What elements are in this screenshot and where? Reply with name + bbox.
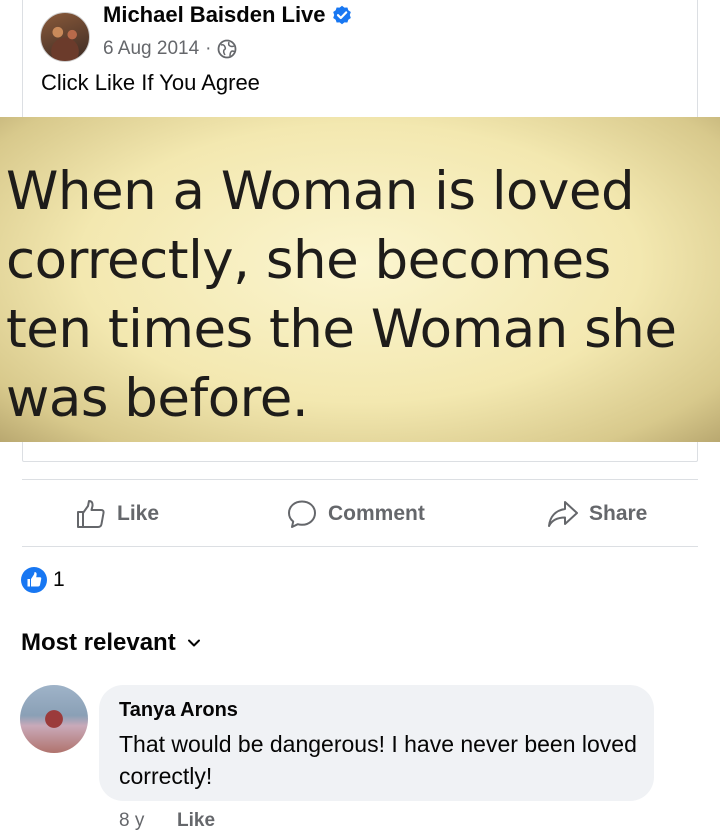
comment-sort-dropdown[interactable]: Most relevant xyxy=(21,629,202,657)
comment-time[interactable]: 8 y xyxy=(119,810,144,832)
share-button-label: Share xyxy=(589,502,648,525)
thumbs-up-icon xyxy=(77,500,105,528)
post-caption: Click Like If You Agree xyxy=(41,70,260,95)
share-button[interactable]: Share xyxy=(547,496,647,532)
image-quote-text: When a Woman is loved correctly, she bec… xyxy=(6,161,677,429)
like-button[interactable]: Like xyxy=(75,496,159,532)
reaction-count: 1 xyxy=(53,568,65,591)
meta-separator: · xyxy=(205,38,212,59)
like-reaction-icon xyxy=(21,567,47,593)
comment-avatar[interactable] xyxy=(20,685,88,753)
comment-button-label: Comment xyxy=(328,502,425,525)
reactions-summary[interactable]: 1 xyxy=(20,566,65,594)
comment-like-button[interactable]: Like xyxy=(177,810,215,832)
author-avatar[interactable] xyxy=(40,12,90,62)
actions-bottom-divider xyxy=(22,546,698,547)
globe-icon xyxy=(218,39,237,59)
sort-label: Most relevant xyxy=(21,629,176,656)
verified-badge-icon xyxy=(332,5,351,25)
actions-top-divider xyxy=(22,479,698,480)
post-meta: 6 Aug 2014 · xyxy=(103,38,237,60)
author-name[interactable]: Michael Baisden Live xyxy=(103,2,326,28)
comment-text: That would be dangerous! I have never be… xyxy=(119,731,637,789)
post-date[interactable]: 6 Aug 2014 xyxy=(103,38,199,60)
like-button-label: Like xyxy=(117,502,160,525)
share-icon xyxy=(548,501,578,527)
comment-icon xyxy=(288,500,316,528)
comment-author[interactable]: Tanya Arons xyxy=(119,699,238,722)
chevron-down-icon xyxy=(187,639,200,647)
post-author[interactable]: Michael Baisden Live xyxy=(103,2,352,28)
comment-button[interactable]: Comment xyxy=(286,496,425,532)
post-image[interactable]: When a Woman is loved correctly, she bec… xyxy=(0,117,720,442)
